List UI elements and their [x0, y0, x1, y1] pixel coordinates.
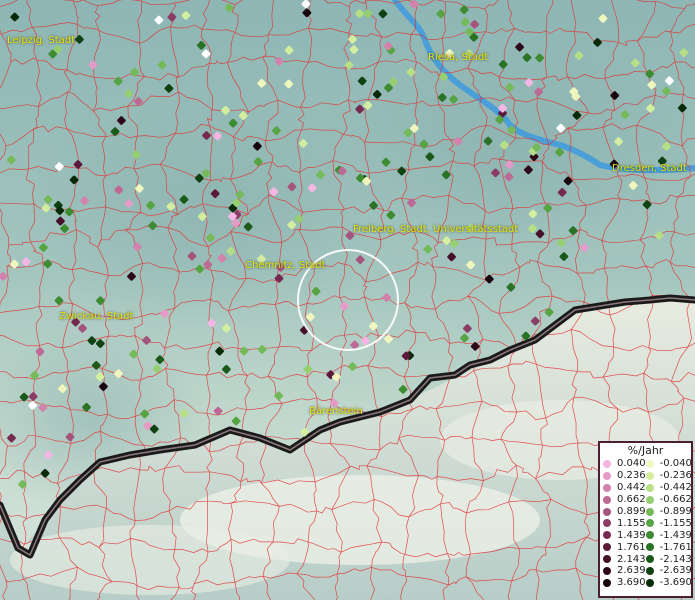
legend-entry: -0.040 — [645, 458, 692, 470]
city-label-freiberg: Freiberg, Stadt, Universitätsstadt — [353, 224, 519, 235]
legend-value: -0.899 — [659, 506, 692, 517]
legend-entry: -2.639 — [645, 565, 692, 577]
legend-value: -0.040 — [659, 458, 692, 470]
legend-entry: -2.143 — [645, 553, 692, 565]
legend-entry: 0.040 — [603, 458, 646, 470]
legend-swatch — [645, 543, 654, 552]
legend-entry: 0.662 — [603, 494, 646, 506]
legend-entry: 2.639 — [603, 565, 646, 577]
city-label-chemnitz: Chemnitz, Stadt — [245, 260, 326, 271]
legend-value: 2.143 — [617, 553, 646, 565]
legend-value: 0.236 — [617, 470, 646, 482]
legend-swatch — [603, 459, 611, 468]
city-label-zwickau: Zwickau, Stadt — [59, 311, 134, 322]
legend-value: -3.690 — [659, 577, 692, 589]
legend-value: -0.236 — [659, 470, 692, 482]
legend-value: 0.662 — [617, 494, 646, 506]
legend-swatch — [645, 495, 654, 504]
legend-column-positive: 0.040 0.236 0.442 0.662 0.899 1.155 1.439 1.761… — [603, 458, 646, 589]
legend-entry: 2.143 — [603, 553, 646, 565]
legend-entry: 0.236 — [603, 470, 646, 482]
legend-value: -2.143 — [659, 553, 692, 565]
legend-swatch — [645, 519, 654, 528]
legend-entry: -1.439 — [645, 529, 692, 541]
legend-entry: 0.899 — [603, 506, 646, 518]
legend-value: 1.439 — [617, 529, 646, 541]
legend-value: -0.662 — [659, 494, 692, 506]
legend-swatch — [645, 566, 654, 575]
legend-entry: -1.761 — [645, 541, 692, 553]
city-label-baerenstein: Bärenstein — [309, 406, 363, 417]
legend-swatch — [645, 459, 654, 468]
legend-value: -0.442 — [659, 482, 692, 494]
legend-entry: 1.439 — [603, 529, 646, 541]
legend-value: 3.690 — [617, 577, 646, 589]
legend-swatch — [645, 483, 654, 492]
legend-swatch — [603, 531, 611, 540]
legend-swatch — [603, 471, 611, 480]
legend-swatch — [603, 543, 611, 552]
legend-swatch — [645, 507, 654, 516]
city-label-dresden: Dresden, Stadt — [612, 163, 687, 174]
legend-entry: -1.155 — [645, 517, 692, 529]
legend-swatch — [603, 578, 611, 587]
legend-value: 2.639 — [617, 565, 646, 577]
legend-entry: 0.442 — [603, 482, 646, 494]
legend-entry: -0.236 — [645, 470, 692, 482]
legend-entry: -0.442 — [645, 482, 692, 494]
legend-value: 0.899 — [617, 506, 646, 517]
legend-value: 1.761 — [617, 541, 646, 553]
legend-swatch — [645, 555, 654, 564]
legend-value: -2.639 — [659, 565, 692, 577]
legend-entry: 3.690 — [603, 577, 646, 589]
legend-value: -1.761 — [659, 541, 692, 553]
legend: %/Jahr 0.040 0.236 0.442 0.662 0.899 1.155 1.4… — [598, 441, 693, 598]
map-view[interactable]: Leipzig, Stadt Riesa, Stadt Dresden, Sta… — [0, 0, 695, 600]
legend-title: %/Jahr — [627, 444, 664, 457]
legend-value: -1.439 — [659, 529, 692, 541]
legend-swatch — [603, 483, 611, 492]
legend-entry: -0.899 — [645, 506, 692, 518]
map-canvas[interactable] — [0, 0, 695, 600]
legend-entry: 1.761 — [603, 541, 646, 553]
legend-swatch — [645, 578, 654, 587]
legend-swatch — [603, 507, 611, 516]
legend-column-negative: -0.040 -0.236 -0.442 -0.662 -0.899 -1.155 -1.4… — [645, 458, 692, 589]
city-label-riesa: Riesa, Stadt — [428, 52, 489, 63]
legend-swatch — [603, 495, 611, 504]
legend-value: -1.155 — [659, 517, 692, 529]
legend-entry: 1.155 — [603, 517, 646, 529]
legend-value: 1.155 — [617, 517, 646, 529]
legend-swatch — [603, 519, 611, 528]
mountain-highlight — [10, 525, 290, 595]
legend-value: 0.442 — [617, 482, 646, 494]
city-label-leipzig: Leipzig, Stadt — [7, 35, 76, 46]
legend-swatch — [645, 531, 654, 540]
legend-entry: -3.690 — [645, 577, 692, 589]
legend-swatch — [603, 566, 611, 575]
legend-swatch — [645, 471, 654, 480]
legend-value: 0.040 — [617, 458, 646, 470]
legend-swatch — [603, 555, 611, 564]
legend-entry: -0.662 — [645, 494, 692, 506]
